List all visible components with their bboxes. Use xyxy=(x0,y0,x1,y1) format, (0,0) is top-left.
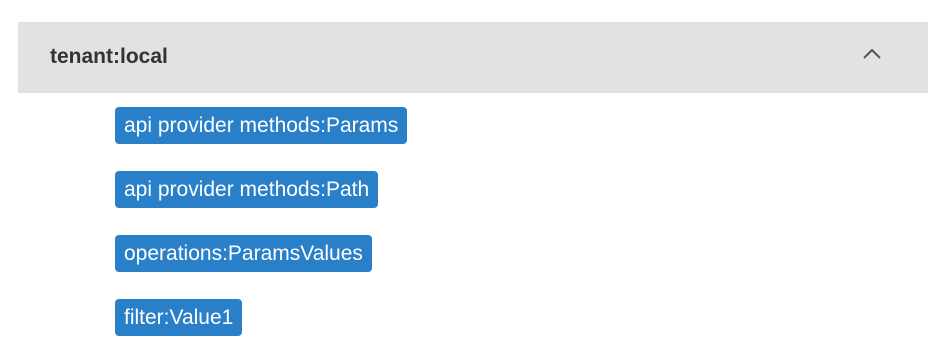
tag-api-provider-methods-params[interactable]: api provider methods:Params xyxy=(115,107,408,144)
tag-operations-paramsvalues[interactable]: operations:ParamsValues xyxy=(115,235,372,272)
tag-filter-value1[interactable]: filter:Value1 xyxy=(115,299,243,336)
tenant-panel: tenant:local api provider methods:Params… xyxy=(18,22,928,337)
panel-title: tenant:local xyxy=(50,45,168,68)
chevron-up-icon[interactable] xyxy=(861,46,883,62)
panel-header[interactable]: tenant:local xyxy=(18,22,928,93)
tag-api-provider-methods-path[interactable]: api provider methods:Path xyxy=(115,171,379,208)
